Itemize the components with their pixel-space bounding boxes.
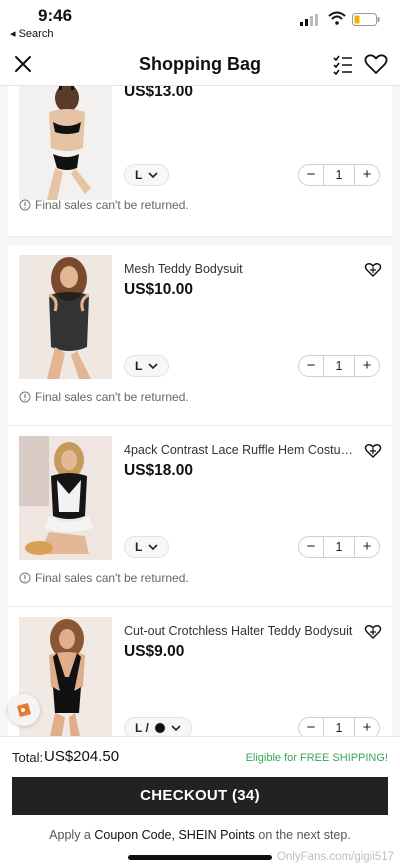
home-indicator bbox=[128, 855, 272, 860]
product-name[interactable]: Mesh Teddy Bodysuit bbox=[124, 262, 354, 276]
coupon-icon bbox=[17, 703, 31, 717]
final-sale-text: Final sales can't be returned. bbox=[35, 571, 189, 585]
apply-suffix: on the next step. bbox=[258, 828, 351, 842]
signal-icon bbox=[300, 14, 318, 26]
cart-item-list: US$13.00 L − 1 + Final sales can't be re… bbox=[8, 86, 392, 736]
heart-add-icon[interactable] bbox=[364, 624, 382, 640]
quantity-value[interactable]: 1 bbox=[323, 356, 355, 376]
divider bbox=[8, 606, 392, 607]
size-selector[interactable]: L / bbox=[124, 717, 192, 736]
quantity-value[interactable]: 1 bbox=[323, 537, 355, 557]
size-value: L bbox=[135, 359, 143, 373]
increase-quantity-button[interactable]: + bbox=[355, 356, 379, 376]
checkout-footer: Total: US$204.50 Eligible for FREE SHIPP… bbox=[0, 736, 400, 866]
chevron-down-icon bbox=[171, 724, 181, 731]
cart-item[interactable]: US$13.00 L − 1 + Final sales can't be re… bbox=[8, 86, 392, 236]
heart-add-icon[interactable] bbox=[364, 262, 382, 278]
product-image[interactable] bbox=[19, 86, 112, 200]
checklist-icon[interactable] bbox=[332, 53, 354, 75]
size-selector[interactable]: L bbox=[124, 164, 170, 186]
decrease-quantity-button[interactable]: − bbox=[299, 718, 323, 736]
info-icon bbox=[19, 391, 31, 403]
watermark: OnlyFans.com/gigii517 bbox=[277, 851, 394, 863]
apply-promo-hint: Apply a Coupon Code, SHEIN Points on the… bbox=[0, 828, 400, 842]
chevron-down-icon bbox=[148, 543, 158, 550]
free-shipping-notice: Eligible for FREE SHIPPING! bbox=[245, 752, 388, 764]
battery-icon bbox=[352, 13, 380, 26]
apply-prefix: Apply a bbox=[49, 828, 91, 842]
size-value: L bbox=[135, 540, 143, 554]
product-name[interactable]: 4pack Contrast Lace Ruffle Hem Costume bbox=[124, 443, 354, 457]
product-price: US$13.00 bbox=[124, 86, 193, 100]
final-sale-notice: Final sales can't be returned. bbox=[19, 198, 189, 212]
increase-quantity-button[interactable]: + bbox=[355, 165, 379, 185]
total-label: Total: bbox=[12, 750, 44, 765]
cart-item[interactable]: Mesh Teddy Bodysuit US$10.00 L − 1 + Fin… bbox=[8, 245, 392, 425]
coupon-code-link[interactable]: Coupon Code, bbox=[94, 828, 175, 842]
coupon-badge-button[interactable] bbox=[8, 694, 40, 726]
product-image[interactable] bbox=[19, 255, 112, 379]
product-photo bbox=[19, 436, 112, 560]
quantity-stepper[interactable]: − 1 + bbox=[298, 717, 380, 736]
product-price: US$9.00 bbox=[124, 643, 185, 660]
divider bbox=[8, 236, 392, 237]
color-swatch bbox=[154, 723, 165, 733]
nav-bar: Shopping Bag bbox=[0, 44, 400, 86]
product-image[interactable] bbox=[19, 436, 112, 560]
chevron-down-icon bbox=[148, 171, 158, 178]
quantity-stepper[interactable]: − 1 + bbox=[298, 536, 380, 558]
size-selector[interactable]: L bbox=[124, 536, 170, 558]
info-icon bbox=[19, 572, 31, 584]
product-price: US$18.00 bbox=[124, 462, 193, 479]
size-value: L / bbox=[135, 721, 149, 735]
divider bbox=[8, 425, 392, 426]
decrease-quantity-button[interactable]: − bbox=[299, 165, 323, 185]
size-selector[interactable]: L bbox=[124, 355, 170, 377]
size-value: L bbox=[135, 168, 143, 182]
status-bar: 9:46 ◂ Search bbox=[0, 0, 400, 44]
product-photo bbox=[19, 86, 112, 200]
increase-quantity-button[interactable]: + bbox=[355, 718, 379, 736]
heart-add-icon[interactable] bbox=[364, 443, 382, 459]
product-name[interactable]: Cut-out Crotchless Halter Teddy Bodysuit bbox=[124, 624, 354, 638]
decrease-quantity-button[interactable]: − bbox=[299, 356, 323, 376]
product-photo bbox=[19, 255, 112, 379]
increase-quantity-button[interactable]: + bbox=[355, 537, 379, 557]
status-time: 9:46 bbox=[38, 6, 73, 25]
quantity-stepper[interactable]: − 1 + bbox=[298, 164, 380, 186]
info-icon bbox=[19, 199, 31, 211]
final-sale-text: Final sales can't be returned. bbox=[35, 390, 189, 404]
quantity-stepper[interactable]: − 1 + bbox=[298, 355, 380, 377]
quantity-value[interactable]: 1 bbox=[323, 718, 355, 736]
total-amount: US$204.50 bbox=[44, 748, 120, 765]
shein-points-link[interactable]: SHEIN Points bbox=[178, 828, 254, 842]
heart-icon[interactable] bbox=[364, 53, 388, 75]
chevron-down-icon bbox=[148, 362, 158, 369]
cart-item[interactable]: Cut-out Crotchless Halter Teddy Bodysuit… bbox=[8, 607, 392, 736]
cart-item[interactable]: 4pack Contrast Lace Ruffle Hem Costume U… bbox=[8, 426, 392, 606]
final-sale-text: Final sales can't be returned. bbox=[35, 198, 189, 212]
screen: 9:46 ◂ Search Shopping Bag US$13.00 L − … bbox=[0, 0, 400, 866]
final-sale-notice: Final sales can't be returned. bbox=[19, 571, 189, 585]
back-to-search-link[interactable]: ◂ Search bbox=[10, 27, 53, 40]
final-sale-notice: Final sales can't be returned. bbox=[19, 390, 189, 404]
wifi-icon bbox=[328, 11, 346, 25]
quantity-value[interactable]: 1 bbox=[323, 165, 355, 185]
checkout-button[interactable]: CHECKOUT (34) bbox=[12, 777, 388, 815]
decrease-quantity-button[interactable]: − bbox=[299, 537, 323, 557]
product-price: US$10.00 bbox=[124, 281, 193, 298]
